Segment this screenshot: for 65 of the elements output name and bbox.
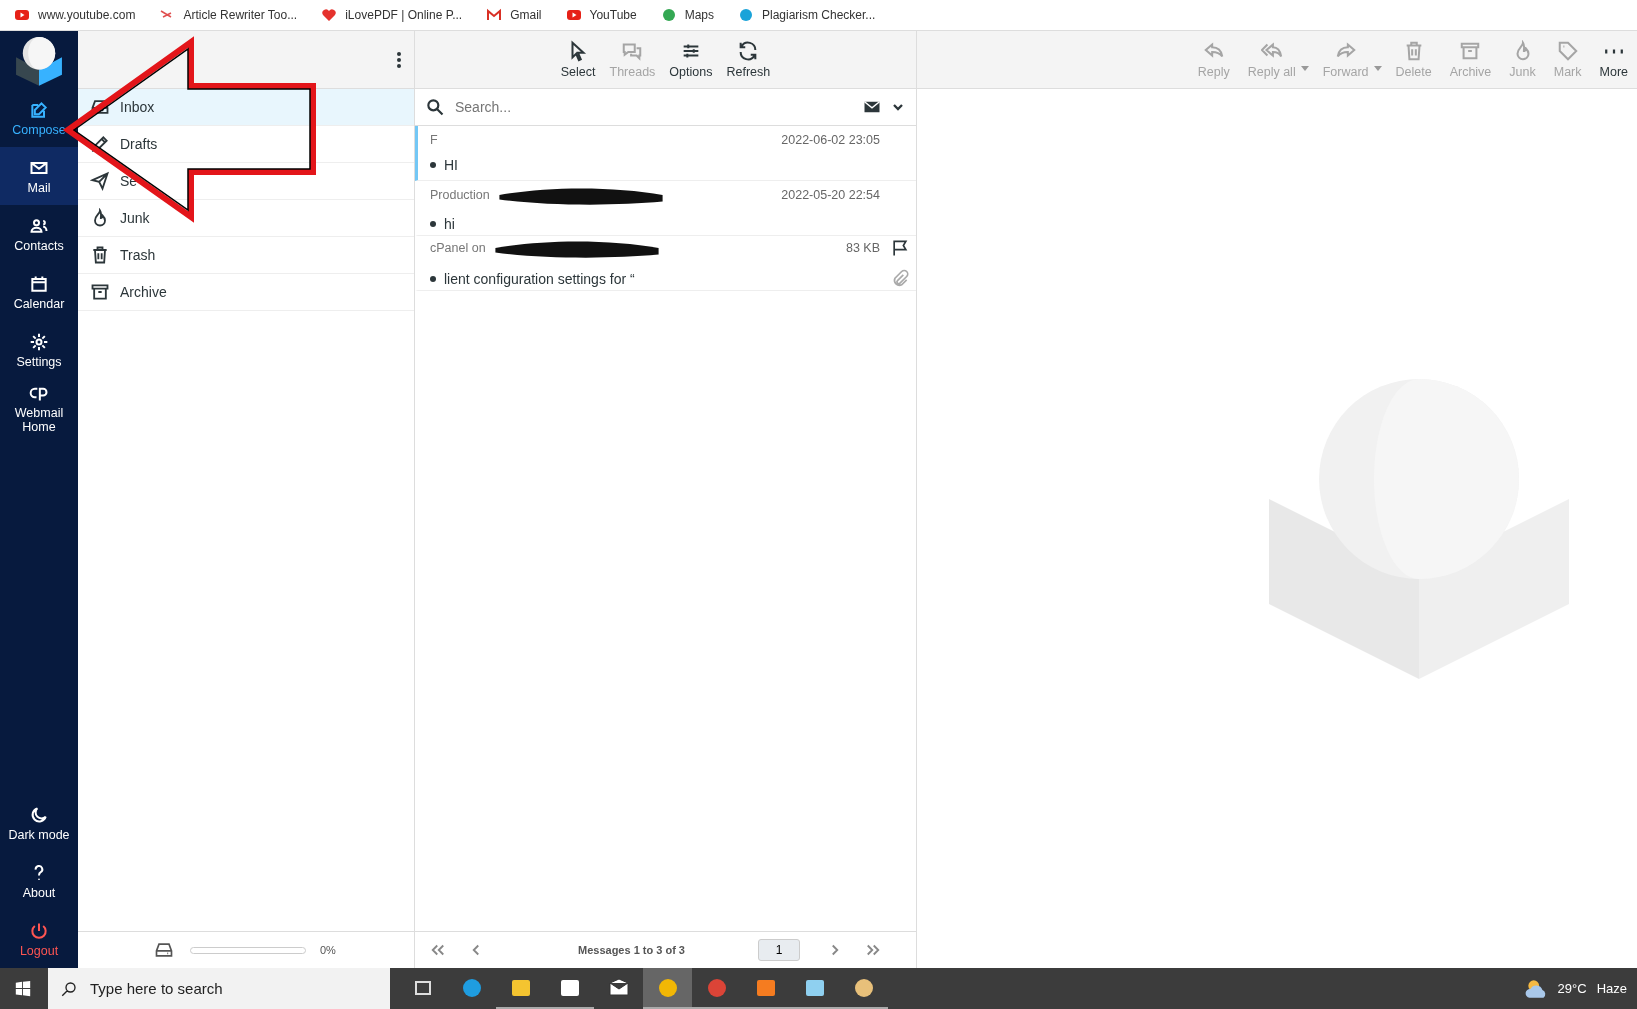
bookmark-link[interactable]: Plagiarism Checker...: [738, 7, 876, 23]
nav-item[interactable]: Mail: [0, 147, 78, 205]
message-row[interactable]: cPanel on 83 KB lient configuration settings for “: [415, 236, 916, 291]
settings-icon: [29, 331, 49, 352]
archive-box-icon: [1459, 40, 1482, 62]
menu-icon[interactable]: [396, 49, 402, 70]
sender-name: Production: [430, 188, 490, 202]
flag-icon[interactable]: [890, 238, 910, 258]
bookmark-icon: [660, 7, 677, 23]
windows-start-icon[interactable]: [14, 979, 32, 998]
nav-item[interactable]: Contacts: [0, 205, 78, 263]
sender-name: cPanel on: [430, 241, 486, 255]
drive-icon: [154, 940, 174, 960]
bookmark-icon: [321, 7, 338, 23]
message-subject: hi: [444, 216, 455, 232]
toolbar-button[interactable]: Select: [555, 40, 601, 79]
bookmark-link[interactable]: www.youtube.com: [14, 7, 136, 23]
nav-item[interactable]: Calendar: [0, 263, 78, 321]
trash-icon: [90, 245, 110, 265]
message-row[interactable]: F 2022-06-02 23:05 HI: [415, 126, 916, 181]
nav-item[interactable]: Settings: [0, 321, 78, 379]
bookmark-icon: [14, 7, 30, 23]
bookmark-link[interactable]: Article Rewriter Too...: [159, 7, 298, 23]
bookmark-icon: [486, 7, 503, 23]
folder-item[interactable]: Archive: [78, 274, 414, 311]
archive-box-icon: [90, 282, 110, 302]
toolbar-button[interactable]: Refresh: [721, 40, 776, 79]
message-subject: lient configuration settings for “: [444, 271, 635, 287]
weather-condition: Haze: [1596, 981, 1627, 996]
nav-item[interactable]: About: [0, 852, 78, 910]
nav-item[interactable]: Dark mode: [0, 794, 78, 852]
message-subject: HI: [444, 157, 458, 173]
bookmark-link[interactable]: iLovePDF | Online P...: [321, 7, 463, 23]
message-count: Messages 1 to 3 of 3: [577, 944, 686, 956]
pencil-icon: [90, 134, 110, 154]
folder-item[interactable]: Trash: [78, 237, 414, 274]
inbox-tray-icon: [90, 97, 110, 117]
search-icon: [60, 979, 78, 998]
temperature: 29°C: [1557, 981, 1587, 996]
search-field[interactable]: Search...: [453, 98, 854, 116]
bookmark-icon: [738, 7, 754, 23]
nav-item[interactable]: Webmail Home: [0, 379, 78, 437]
sender-name: F: [430, 133, 438, 147]
nav-item[interactable]: Logout: [0, 910, 78, 968]
nav-item[interactable]: Compose: [0, 89, 78, 147]
search-icon: [425, 97, 445, 117]
folder-item[interactable]: Inbox: [78, 89, 414, 126]
paper-plane-icon: [90, 171, 110, 191]
bookmark-link[interactable]: Maps: [660, 7, 714, 23]
bookmark-link[interactable]: YouTube: [565, 7, 637, 23]
quota-percent: 0%: [320, 944, 336, 956]
tag-icon: [1556, 40, 1579, 62]
folder-item[interactable]: Drafts: [78, 126, 414, 163]
bookmark-icon: [565, 7, 582, 23]
toolbar-button[interactable]: Options: [664, 40, 718, 79]
message-row[interactable]: Production 2022-05-20 22:54 hi: [415, 181, 916, 236]
toolbar-button[interactable]: More: [1594, 40, 1633, 79]
message-date: 83 KB: [845, 241, 880, 255]
more-icon: [1603, 49, 1624, 54]
message-date: 2022-05-20 22:54: [781, 188, 880, 202]
taskbar-search-field[interactable]: Type here to search: [48, 968, 390, 1009]
bookmark-link[interactable]: Gmail: [486, 7, 542, 23]
message-date: 2022-06-02 23:05: [781, 133, 880, 147]
folder-item[interactable]: Junk: [78, 200, 414, 237]
page-field[interactable]: 1: [758, 939, 800, 961]
